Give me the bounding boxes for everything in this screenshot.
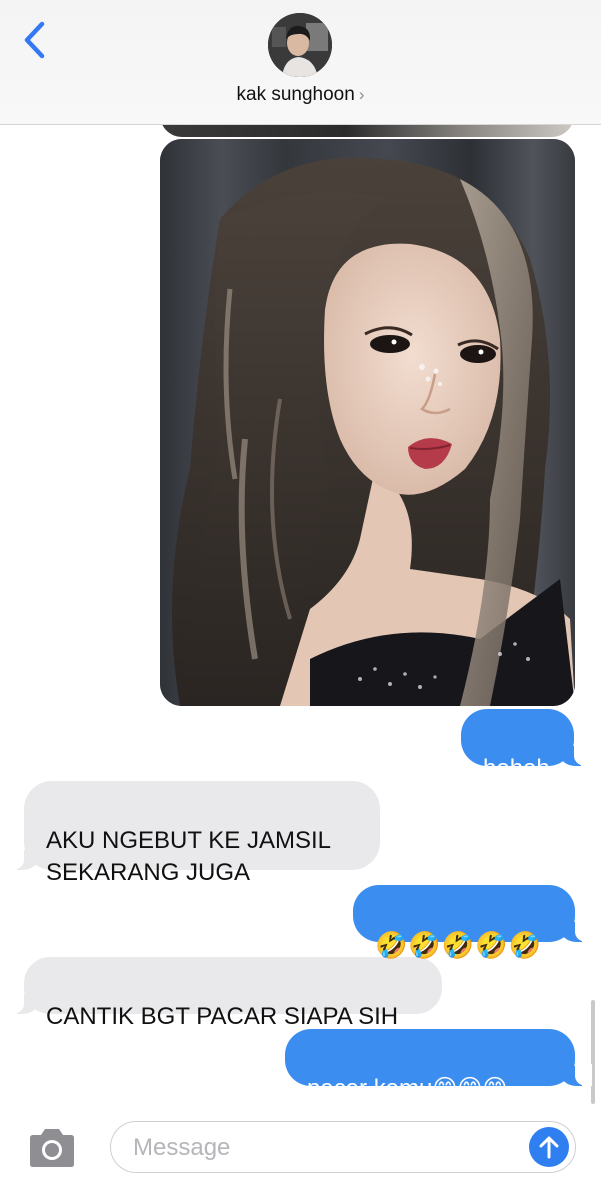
message-text: 🤣🤣🤣🤣🤣	[375, 930, 542, 960]
contact-avatar[interactable]	[268, 13, 332, 77]
photo-image	[160, 139, 575, 706]
message-bubble-incoming[interactable]: AKU NGEBUT KE JAMSIL SEKARANG JUGA	[7, 781, 380, 886]
camera-button[interactable]	[26, 1126, 78, 1170]
conversation-header: kak sunghoon ›	[0, 0, 601, 125]
message-bubble-outgoing[interactable]: 🤣🤣🤣🤣🤣	[353, 885, 592, 960]
photo-message[interactable]	[160, 139, 575, 706]
arrow-up-icon	[539, 1136, 559, 1159]
message-bubble-incoming[interactable]: CANTIK BGT PACAR SIAPA SIH	[7, 957, 442, 1030]
message-text: pacar kamu😋😋😋	[307, 1075, 508, 1102]
camera-icon	[30, 1129, 74, 1167]
contact-name-button[interactable]: kak sunghoon ›	[0, 84, 601, 106]
back-button[interactable]	[14, 18, 54, 62]
message-text: heheh	[483, 755, 550, 782]
message-text: AKU NGEBUT KE JAMSIL SEKARANG JUGA	[46, 827, 331, 886]
message-placeholder: Message	[133, 1134, 231, 1161]
send-button[interactable]	[529, 1127, 569, 1167]
scrollbar[interactable]	[591, 1000, 595, 1104]
messages-screen: kak sunghoon › heheh AKU NGEBUT KE JAMSI…	[0, 0, 601, 1200]
chevron-right-icon: ›	[358, 85, 365, 104]
message-bubble-outgoing[interactable]: heheh	[461, 709, 591, 782]
chevron-left-icon	[24, 21, 45, 59]
avatar-photo	[268, 13, 332, 77]
message-text: CANTIK BGT PACAR SIAPA SIH	[46, 1003, 399, 1030]
contact-name: kak sunghoon	[236, 84, 355, 105]
message-bubble-outgoing[interactable]: pacar kamu😋😋😋	[285, 1029, 592, 1102]
message-input[interactable]: Message	[110, 1121, 576, 1173]
